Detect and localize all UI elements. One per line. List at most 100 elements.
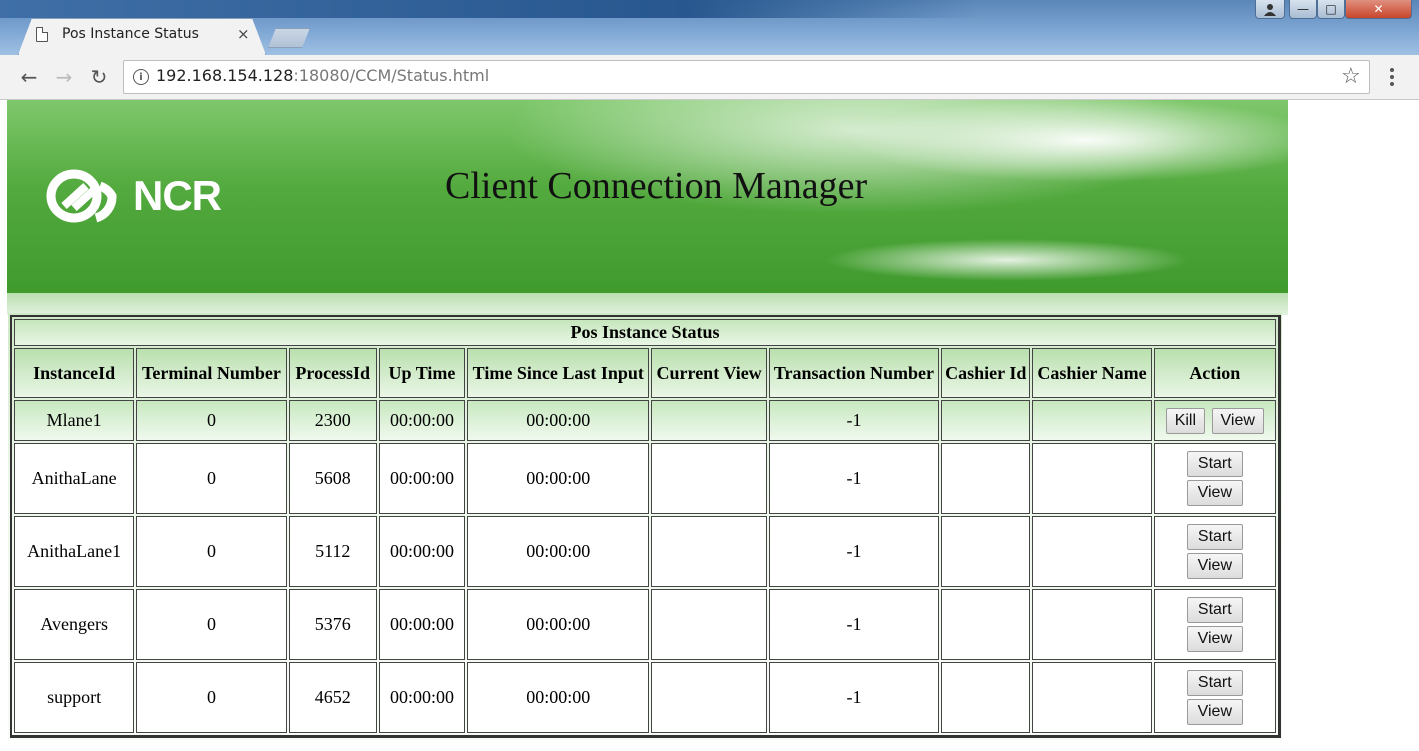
cell-cashier-id [941,589,1031,660]
cell-cashier-name [1032,589,1152,660]
forward-arrow-icon[interactable]: → [49,62,79,92]
cell-process-id: 2300 [288,400,377,441]
start-button[interactable]: Start [1186,524,1243,550]
cell-action: Start View [1153,516,1276,587]
cell-process-id: 4652 [288,662,377,733]
cell-cashier-name [1032,662,1152,733]
cell-terminal: 0 [136,589,287,660]
cell-instance-id: AnithaLane [14,443,135,514]
table-row: Mlane1 0 2300 00:00:00 00:00:00 -1 Kill … [14,400,1276,441]
start-button[interactable]: Start [1186,451,1243,477]
header-terminal-number: Terminal Number [136,348,287,398]
header-processid: ProcessId [288,348,377,398]
url-host: 192.168.154.128 [156,66,294,85]
cell-since-input: 00:00:00 [467,443,650,514]
view-button[interactable]: View [1186,626,1243,652]
page-margin [0,100,7,751]
cell-action: Start View [1153,589,1276,660]
view-button[interactable]: View [1186,553,1243,579]
cell-cashier-id [941,662,1031,733]
url-path: :18080/CCM/Status.html [293,66,490,85]
header-up-time: Up Time [378,348,466,398]
cell-cashier-name [1032,400,1152,441]
view-button[interactable]: View [1186,480,1243,506]
cell-transaction: -1 [768,516,940,587]
cell-current-view [651,589,767,660]
reload-icon[interactable]: ↻ [84,62,114,92]
header-cashier-id: Cashier Id [941,348,1031,398]
header-current-view: Current View [651,348,767,398]
view-button[interactable]: View [1186,699,1243,725]
maximize-button[interactable]: □ [1317,0,1345,19]
table-header-row: InstanceId Terminal Number ProcessId Up … [14,348,1276,398]
cell-up-time: 00:00:00 [378,589,466,660]
cell-terminal: 0 [136,662,287,733]
header-action: Action [1153,348,1276,398]
cell-action: Start View [1153,662,1276,733]
table-row: Avengers 0 5376 00:00:00 00:00:00 -1 Sta… [14,589,1276,660]
cell-instance-id: Mlane1 [14,400,135,441]
header-instanceid: InstanceId [14,348,135,398]
cell-instance-id: Avengers [14,589,135,660]
cell-instance-id: AnithaLane1 [14,516,135,587]
table-caption: Pos Instance Status [14,319,1276,346]
user-profile-icon[interactable] [1255,0,1285,19]
back-arrow-icon[interactable]: ← [14,62,44,92]
cell-cashier-id [941,443,1031,514]
cell-cashier-id [941,516,1031,587]
cell-up-time: 00:00:00 [378,662,466,733]
start-button[interactable]: Start [1186,670,1243,696]
start-button[interactable]: Start [1186,597,1243,623]
cell-process-id: 5112 [288,516,377,587]
cell-process-id: 5376 [288,589,377,660]
banner-bottom-stripe [7,293,1288,315]
logo-wordmark: NCR [133,172,222,219]
cell-action: Kill View [1153,400,1276,441]
cell-since-input: 00:00:00 [467,662,650,733]
tab-close-icon[interactable]: × [237,25,250,43]
header-transaction-number: Transaction Number [768,348,940,398]
cell-current-view [651,516,767,587]
cell-transaction: -1 [768,662,940,733]
table-caption-row: Pos Instance Status [14,319,1276,346]
cell-up-time: 00:00:00 [378,400,466,441]
table-row: support 0 4652 00:00:00 00:00:00 -1 Star… [14,662,1276,733]
cell-cashier-id [941,400,1031,441]
cell-terminal: 0 [136,400,287,441]
cell-terminal: 0 [136,443,287,514]
header-cashier-name: Cashier Name [1032,348,1152,398]
bookmark-star-icon[interactable]: ☆ [1341,64,1361,89]
cell-since-input: 00:00:00 [467,589,650,660]
browser-menu-icon[interactable] [1384,65,1400,89]
site-info-icon[interactable]: i [133,69,149,85]
kill-button[interactable]: Kill [1165,407,1206,434]
page-icon [36,27,48,42]
table-row: AnithaLane 0 5608 00:00:00 00:00:00 -1 S… [14,443,1276,514]
cell-since-input: 00:00:00 [467,400,650,441]
table-row: AnithaLane1 0 5112 00:00:00 00:00:00 -1 … [14,516,1276,587]
cell-up-time: 00:00:00 [378,516,466,587]
url-text[interactable]: 192.168.154.128:18080/CCM/Status.html [156,66,489,85]
view-button[interactable]: View [1211,407,1264,434]
cell-transaction: -1 [768,443,940,514]
cell-up-time: 00:00:00 [378,443,466,514]
cell-action: Start View [1153,443,1276,514]
cell-current-view [651,443,767,514]
cell-terminal: 0 [136,516,287,587]
pos-instance-table: Pos Instance Status InstanceId Terminal … [10,315,1281,738]
page-title: Client Connection Manager [445,165,868,207]
cell-cashier-name [1032,443,1152,514]
cell-current-view [651,400,767,441]
cell-cashier-name [1032,516,1152,587]
cell-transaction: -1 [768,400,940,441]
cell-instance-id: support [14,662,135,733]
cell-since-input: 00:00:00 [467,516,650,587]
tab-title[interactable]: Pos Instance Status [62,26,199,42]
cell-current-view [651,662,767,733]
minimize-button[interactable]: — [1289,0,1317,19]
close-window-button[interactable]: ✕ [1345,0,1412,19]
titlebar-band [0,0,980,18]
cell-transaction: -1 [768,589,940,660]
header-time-since-last-input: Time Since Last Input [467,348,650,398]
cell-process-id: 5608 [288,443,377,514]
